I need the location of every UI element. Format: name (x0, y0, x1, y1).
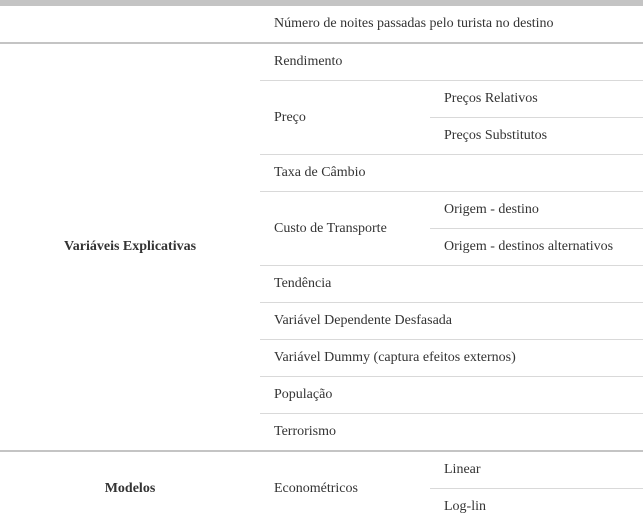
transporte-label: Custo de Transporte (274, 221, 387, 237)
item-transporte: Custo de Transporte Origem - destino Ori… (260, 192, 643, 266)
dependent-value: Número de noites passadas pelo turista n… (274, 16, 615, 32)
dependent-variable-row: Número de noites passadas pelo turista n… (0, 6, 643, 44)
terrorismo-text: Terrorismo (274, 424, 336, 439)
item-cambio: Taxa de Câmbio (260, 155, 643, 192)
item-desfasada: Variável Dependente Desfasada (260, 303, 643, 340)
transporte-origem-destino: Origem - destino (430, 192, 643, 229)
dummy-text: Variável Dummy (captura efeitos externos… (274, 350, 516, 365)
transporte-origem-alternativos-text: Origem - destinos alternativos (444, 239, 613, 254)
explanatory-label: Variáveis Explicativas (64, 239, 196, 255)
linear-text: Linear (444, 462, 481, 477)
cambio-text: Taxa de Câmbio (274, 165, 366, 180)
explanatory-label-cell: Variáveis Explicativas (0, 44, 260, 450)
rendimento-text: Rendimento (274, 54, 342, 69)
models-section: Modelos Econométricos Linear Log-lin (0, 452, 643, 525)
loglin-text: Log-lin (444, 499, 486, 514)
tendencia-text: Tendência (274, 276, 331, 291)
specification-table: Número de noites passadas pelo turista n… (0, 0, 643, 525)
dependent-value-cell: Número de noites passadas pelo turista n… (260, 6, 643, 42)
preco-label: Preço (274, 110, 306, 126)
econometricos-subitems: Linear Log-lin (430, 452, 643, 525)
econometricos-label: Econométricos (274, 481, 358, 497)
desfasada-text: Variável Dependente Desfasada (274, 313, 452, 328)
transporte-origem-destino-text: Origem - destino (444, 202, 539, 217)
item-rendimento: Rendimento (260, 44, 643, 81)
populacao-text: População (274, 387, 332, 402)
models-label-cell: Modelos (0, 452, 260, 525)
transporte-origem-alternativos: Origem - destinos alternativos (430, 229, 643, 265)
explanatory-items: Rendimento Preço Preços Relativos Preços… (260, 44, 643, 450)
item-terrorismo: Terrorismo (260, 414, 643, 450)
item-dummy: Variável Dummy (captura efeitos externos… (260, 340, 643, 377)
preco-substitutos-text: Preços Substitutos (444, 128, 547, 143)
econometricos-loglin: Log-lin (430, 489, 643, 525)
item-populacao: População (260, 377, 643, 414)
item-econometricos: Econométricos Linear Log-lin (260, 452, 643, 525)
explanatory-variables-section: Variáveis Explicativas Rendimento Preço … (0, 44, 643, 452)
models-label: Modelos (105, 481, 156, 497)
preco-relativos: Preços Relativos (430, 81, 643, 118)
dependent-label-cell (0, 6, 260, 42)
econometricos-label-cell: Econométricos (260, 452, 430, 525)
models-items: Econométricos Linear Log-lin (260, 452, 643, 525)
item-tendencia: Tendência (260, 266, 643, 303)
item-preco: Preço Preços Relativos Preços Substituto… (260, 81, 643, 155)
transporte-label-cell: Custo de Transporte (260, 192, 430, 265)
preco-relativos-text: Preços Relativos (444, 91, 538, 106)
transporte-subitems: Origem - destino Origem - destinos alter… (430, 192, 643, 265)
preco-label-cell: Preço (260, 81, 430, 154)
econometricos-linear: Linear (430, 452, 643, 489)
preco-substitutos: Preços Substitutos (430, 118, 643, 154)
preco-subitems: Preços Relativos Preços Substitutos (430, 81, 643, 154)
